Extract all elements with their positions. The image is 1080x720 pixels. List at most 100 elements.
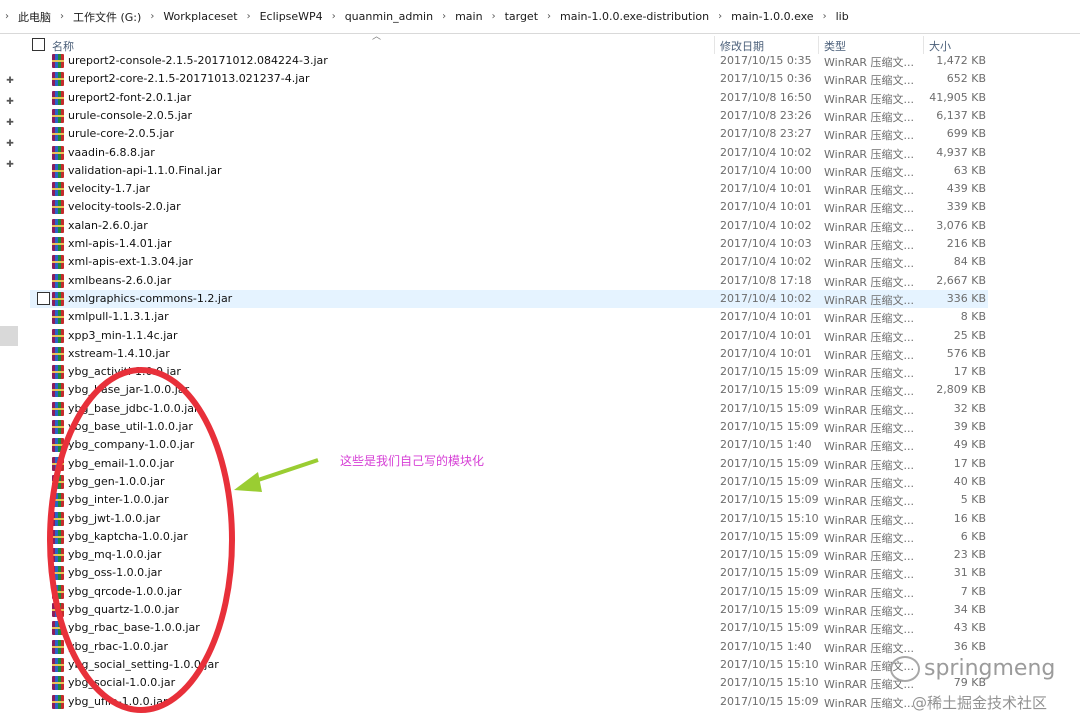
breadcrumb-separator-icon[interactable]: ›: [713, 11, 727, 22]
file-row[interactable]: ybg_rbac-1.0.0.jar 2017/10/15 1:40 WinRAR …: [30, 638, 988, 656]
breadcrumb-item[interactable]: lib: [832, 10, 853, 23]
file-row[interactable]: ybg_gen-1.0.0.jar 2017/10/15 15:09 WinRAR …: [30, 473, 988, 491]
file-row[interactable]: ybg_social_setting-1.0.0.jar 2017/10/15 1…: [30, 656, 988, 674]
file-row[interactable]: xalan-2.6.0.jar 2017/10/4 10:02 WinRAR 压缩文…: [30, 217, 988, 235]
file-name: ybg_base_jdbc-1.0.0.jar: [68, 402, 199, 415]
file-size: 41,905 KB: [929, 91, 986, 104]
breadcrumb-separator-icon[interactable]: ›: [542, 11, 556, 22]
file-row[interactable]: ybg_company-1.0.0.jar 2017/10/15 1:40 WinR…: [30, 436, 988, 454]
file-row[interactable]: ureport2-core-2.1.5-20171013.021237-4.ja…: [30, 70, 988, 88]
file-name: xmlgraphics-commons-1.2.jar: [68, 292, 233, 305]
breadcrumb-item[interactable]: 此电脑: [14, 9, 55, 25]
file-name: velocity-tools-2.0.jar: [68, 200, 181, 213]
breadcrumb-separator-icon[interactable]: ›: [55, 11, 69, 22]
file-row[interactable]: velocity-1.7.jar 2017/10/4 10:01 WinRAR 压缩…: [30, 180, 988, 198]
breadcrumb-item[interactable]: quanmin_admin: [341, 10, 437, 23]
file-row[interactable]: ybg_oss-1.0.0.jar 2017/10/15 15:09 WinRAR …: [30, 564, 988, 582]
file-row[interactable]: ureport2-font-2.0.1.jar 2017/10/8 16:50 Wi…: [30, 89, 988, 107]
file-size: 216 KB: [946, 237, 986, 250]
file-type: WinRAR 压缩文...: [824, 221, 915, 234]
winrar-archive-icon: [52, 109, 64, 123]
file-row[interactable]: ybg_base_jar-1.0.0.jar 2017/10/15 15:09 Wi…: [30, 381, 988, 399]
file-date: 2017/10/15 1:40: [720, 640, 812, 653]
breadcrumb-item[interactable]: Workplaceset: [159, 10, 241, 23]
file-row[interactable]: ybg_ufile-1.0.0.jar 2017/10/15 15:09 WinRA…: [30, 693, 988, 711]
select-all-checkbox[interactable]: [32, 38, 45, 51]
file-row[interactable]: ybg_mq-1.0.0.jar 2017/10/15 15:09 WinRAR 压…: [30, 546, 988, 564]
file-row[interactable]: urule-core-2.0.5.jar 2017/10/8 23:27 WinRA…: [30, 125, 988, 143]
file-name: ureport2-console-2.1.5-20171012.084224-3…: [68, 54, 328, 67]
file-row[interactable]: vaadin-6.8.8.jar 2017/10/4 10:02 WinRAR 压缩…: [30, 144, 988, 162]
file-size: 63 KB: [953, 164, 986, 177]
file-row[interactable]: velocity-tools-2.0.jar 2017/10/4 10:01 Win…: [30, 198, 988, 216]
file-row[interactable]: ybg_kaptcha-1.0.0.jar 2017/10/15 15:09 Win…: [30, 528, 988, 546]
breadcrumb-separator-icon[interactable]: ›: [818, 11, 832, 22]
file-row[interactable]: xmlbeans-2.6.0.jar 2017/10/8 17:18 WinRAR …: [30, 272, 988, 290]
file-row[interactable]: ybg_qrcode-1.0.0.jar 2017/10/15 15:09 WinR…: [30, 583, 988, 601]
file-row[interactable]: ybg_base_util-1.0.0.jar 2017/10/15 15:09 W…: [30, 418, 988, 436]
file-name: ybg_inter-1.0.0.jar: [68, 493, 169, 506]
file-type: WinRAR 压缩文...: [824, 587, 915, 600]
file-row[interactable]: xmlpull-1.1.3.1.jar 2017/10/4 10:01 WinRAR…: [30, 308, 988, 326]
file-name: vaadin-6.8.8.jar: [68, 146, 155, 159]
file-row[interactable]: ybg_social-1.0.0.jar 2017/10/15 15:10 WinR…: [30, 674, 988, 692]
file-row[interactable]: ybg_jwt-1.0.0.jar 2017/10/15 15:10 WinRAR …: [30, 510, 988, 528]
file-name: ybg_quartz-1.0.0.jar: [68, 603, 180, 616]
file-row[interactable]: ybg_rbac_base-1.0.0.jar 2017/10/15 15:09 W…: [30, 619, 988, 637]
winrar-archive-icon: [52, 658, 64, 672]
file-size: 36 KB: [953, 640, 986, 653]
file-name: ybg_social-1.0.0.jar: [68, 676, 176, 689]
winrar-archive-icon: [52, 54, 64, 68]
winrar-archive-icon: [52, 566, 64, 580]
address-bar[interactable]: › 此电脑 › 工作文件 (G:) › Workplaceset › EclipseWP4 › q…: [0, 0, 1080, 34]
file-row[interactable]: urule-console-2.0.5.jar 2017/10/8 23:26 Wi…: [30, 107, 988, 125]
breadcrumb-separator-icon[interactable]: ›: [437, 11, 451, 22]
winrar-archive-icon: [52, 182, 64, 196]
annotation-text: 这些是我们自己写的模块化: [340, 454, 485, 468]
file-type: WinRAR 压缩文...: [824, 312, 915, 325]
file-row[interactable]: ureport2-console-2.1.5-20171012.084224-3…: [30, 52, 988, 70]
file-date: 2017/10/15 15:09: [720, 493, 819, 506]
breadcrumb-separator-icon[interactable]: ›: [0, 11, 14, 22]
file-row[interactable]: xml-apis-ext-1.3.04.jar 2017/10/4 10:02 Wi…: [30, 253, 988, 271]
file-row[interactable]: ybg_quartz-1.0.0.jar 2017/10/15 15:09 WinR…: [30, 601, 988, 619]
breadcrumb-item[interactable]: target: [501, 10, 542, 23]
breadcrumb-item[interactable]: main: [451, 10, 486, 23]
nav-selected-item[interactable]: [0, 326, 18, 346]
breadcrumb-separator-icon[interactable]: ›: [327, 11, 341, 22]
file-row[interactable]: ybg_activiti-1.0.0.jar 2017/10/15 15:09 Wi…: [30, 363, 988, 381]
file-type: WinRAR 压缩文...: [824, 459, 915, 472]
file-size: 7 KB: [960, 585, 986, 598]
breadcrumb-separator-icon[interactable]: ›: [145, 11, 159, 22]
file-row[interactable]: xmlgraphics-commons-1.2.jar 2017/10/4 10:…: [30, 290, 988, 308]
row-checkbox[interactable]: [37, 292, 50, 305]
winrar-archive-icon: [52, 402, 64, 416]
file-row[interactable]: xpp3_min-1.1.4c.jar 2017/10/4 10:01 WinRAR…: [30, 327, 988, 345]
file-row[interactable]: validation-api-1.1.0.Final.jar 2017/10/4 …: [30, 162, 988, 180]
file-size: 40 KB: [953, 475, 986, 488]
file-name: ureport2-core-2.1.5-20171013.021237-4.ja…: [68, 72, 310, 85]
file-row[interactable]: xstream-1.4.10.jar 2017/10/4 10:01 WinRAR …: [30, 345, 988, 363]
file-type: WinRAR 压缩文...: [824, 697, 915, 710]
file-row[interactable]: ybg_email-1.0.0.jar 2017/10/15 15:09 WinRA…: [30, 455, 988, 473]
file-name: ybg_company-1.0.0.jar: [68, 438, 195, 451]
breadcrumb-item[interactable]: EclipseWP4: [256, 10, 327, 23]
file-date: 2017/10/15 15:09: [720, 603, 819, 616]
file-date: 2017/10/4 10:02: [720, 292, 812, 305]
winrar-archive-icon: [52, 274, 64, 288]
breadcrumb-separator-icon[interactable]: ›: [242, 11, 256, 22]
file-row[interactable]: xml-apis-1.4.01.jar 2017/10/4 10:03 WinRAR…: [30, 235, 988, 253]
breadcrumb-item[interactable]: 工作文件 (G:): [69, 9, 145, 25]
breadcrumb-item[interactable]: main-1.0.0.exe-distribution: [556, 10, 713, 23]
breadcrumb-item[interactable]: main-1.0.0.exe: [727, 10, 817, 23]
breadcrumb-separator-icon[interactable]: ›: [487, 11, 501, 22]
winrar-archive-icon: [52, 72, 64, 86]
file-row[interactable]: ybg_inter-1.0.0.jar 2017/10/15 15:09 WinRA…: [30, 491, 988, 509]
file-row[interactable]: ybg_base_jdbc-1.0.0.jar 2017/10/15 15:09 W…: [30, 400, 988, 418]
file-date: 2017/10/4 10:03: [720, 237, 812, 250]
file-type: WinRAR 压缩文...: [824, 148, 915, 161]
file-type: WinRAR 压缩文...: [824, 422, 915, 435]
file-date: 2017/10/15 15:10: [720, 512, 819, 525]
file-name: xstream-1.4.10.jar: [68, 347, 170, 360]
file-size: 25 KB: [953, 329, 986, 342]
